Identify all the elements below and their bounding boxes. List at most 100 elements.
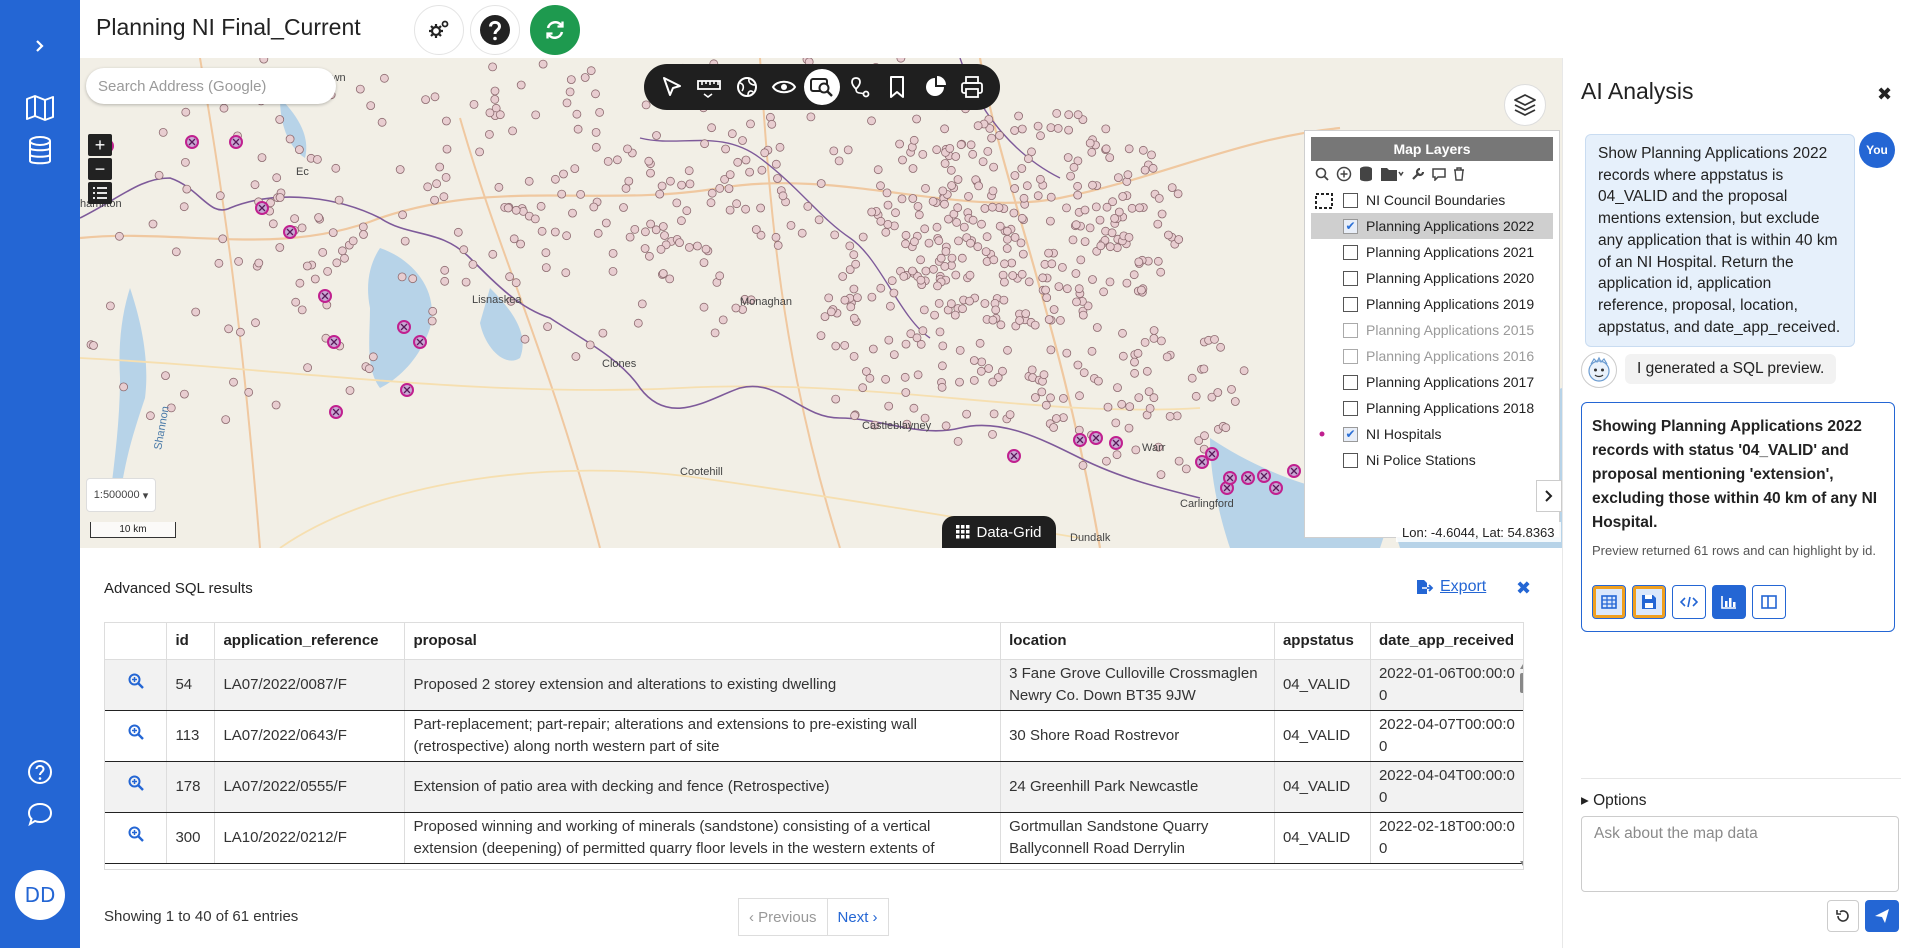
- planning-application-marker[interactable]: [1022, 181, 1032, 191]
- planning-application-marker[interactable]: [468, 259, 478, 269]
- planning-application-marker[interactable]: [1053, 124, 1063, 133]
- planning-application-marker[interactable]: [379, 73, 389, 83]
- planning-application-marker[interactable]: [459, 245, 469, 255]
- planning-application-marker[interactable]: [608, 266, 618, 276]
- planning-application-marker[interactable]: [988, 377, 998, 387]
- column-header[interactable]: application_reference: [214, 623, 406, 660]
- planning-application-marker[interactable]: [550, 174, 560, 184]
- planning-application-marker[interactable]: [1024, 277, 1034, 287]
- planning-application-marker[interactable]: [916, 275, 926, 285]
- database-icon[interactable]: [24, 135, 56, 167]
- planning-application-marker[interactable]: [397, 272, 407, 282]
- address-search-input[interactable]: [98, 77, 324, 95]
- planning-application-marker[interactable]: [337, 246, 347, 256]
- planning-application-marker[interactable]: [421, 95, 431, 104]
- planning-application-marker[interactable]: [786, 220, 796, 230]
- planning-application-marker[interactable]: [867, 207, 877, 217]
- planning-application-marker[interactable]: [1200, 431, 1209, 441]
- planning-application-marker[interactable]: [1024, 154, 1033, 164]
- planning-application-marker[interactable]: [849, 351, 859, 361]
- planning-application-marker[interactable]: [995, 131, 1004, 140]
- planning-application-marker[interactable]: [881, 227, 891, 237]
- planning-application-marker[interactable]: [318, 247, 328, 257]
- planning-application-marker[interactable]: [1007, 258, 1017, 268]
- planning-application-marker[interactable]: [1227, 384, 1236, 394]
- planning-application-marker[interactable]: [218, 234, 228, 244]
- planning-application-marker[interactable]: [968, 149, 978, 159]
- planning-application-marker[interactable]: [901, 339, 911, 349]
- planning-application-marker[interactable]: [901, 388, 911, 397]
- planning-application-marker[interactable]: [1095, 215, 1105, 225]
- planning-application-marker[interactable]: [665, 274, 675, 284]
- planning-application-marker[interactable]: [557, 189, 567, 199]
- planning-application-marker[interactable]: [909, 135, 919, 145]
- planning-application-marker[interactable]: [1062, 284, 1072, 294]
- planning-application-marker[interactable]: [831, 341, 841, 351]
- layer-item[interactable]: Ni Police Stations: [1305, 447, 1559, 473]
- layer-item[interactable]: NI Council Boundaries: [1305, 187, 1559, 213]
- planning-application-marker[interactable]: [913, 201, 923, 211]
- planning-application-marker[interactable]: [975, 338, 985, 348]
- planning-application-marker[interactable]: [1113, 383, 1122, 393]
- address-search-box[interactable]: [86, 68, 336, 104]
- planning-application-marker[interactable]: [1216, 342, 1225, 352]
- planning-application-marker[interactable]: [1052, 109, 1062, 118]
- planning-application-marker[interactable]: [706, 198, 716, 208]
- planning-application-marker[interactable]: [423, 182, 433, 192]
- planning-application-marker[interactable]: [725, 170, 735, 179]
- planning-application-marker[interactable]: [858, 232, 868, 242]
- planning-application-marker[interactable]: [1102, 456, 1111, 466]
- planning-application-marker[interactable]: [930, 310, 939, 320]
- layer-checkbox[interactable]: [1343, 244, 1358, 260]
- planning-application-marker[interactable]: [947, 181, 956, 190]
- layer-item[interactable]: ✔ Planning Applications 2022: [1311, 213, 1553, 239]
- planning-application-marker[interactable]: [767, 119, 777, 129]
- planning-application-marker[interactable]: [868, 344, 878, 354]
- planning-application-marker[interactable]: [710, 328, 720, 338]
- planning-application-marker[interactable]: [345, 386, 355, 395]
- hospital-marker[interactable]: [1073, 433, 1087, 447]
- planning-application-marker[interactable]: [1033, 191, 1043, 201]
- planning-application-marker[interactable]: [921, 183, 930, 193]
- planning-application-marker[interactable]: [941, 246, 951, 256]
- planning-application-marker[interactable]: [1118, 351, 1128, 361]
- planning-application-marker[interactable]: [1036, 174, 1045, 184]
- planning-application-marker[interactable]: [1156, 470, 1166, 480]
- planning-application-marker[interactable]: [439, 192, 449, 202]
- planning-application-marker[interactable]: [430, 92, 440, 102]
- planning-application-marker[interactable]: [953, 436, 963, 446]
- planning-application-marker[interactable]: [858, 383, 868, 393]
- planning-application-marker[interactable]: [589, 202, 599, 212]
- planning-application-marker[interactable]: [182, 184, 192, 194]
- planning-application-marker[interactable]: [295, 278, 305, 288]
- planning-application-marker[interactable]: [853, 293, 862, 303]
- planning-application-marker[interactable]: [368, 352, 378, 362]
- planning-application-marker[interactable]: [214, 258, 224, 268]
- planning-application-marker[interactable]: [913, 370, 923, 380]
- planning-application-marker[interactable]: [1080, 205, 1090, 215]
- planning-application-marker[interactable]: [1000, 259, 1009, 269]
- planning-application-marker[interactable]: [435, 162, 445, 172]
- planning-application-marker[interactable]: [1042, 293, 1052, 303]
- hospital-marker[interactable]: [329, 405, 343, 419]
- hospital-marker[interactable]: [1109, 436, 1123, 450]
- planning-application-marker[interactable]: [919, 305, 929, 315]
- planning-application-marker[interactable]: [996, 320, 1006, 330]
- scale-select[interactable]: 1:500000 ▾: [86, 478, 156, 512]
- planning-application-marker[interactable]: [297, 305, 307, 315]
- planning-application-marker[interactable]: [656, 244, 666, 254]
- planning-application-marker[interactable]: [751, 225, 761, 234]
- planning-application-marker[interactable]: [840, 295, 850, 305]
- pie-chart-icon[interactable]: [917, 69, 953, 105]
- hospital-marker[interactable]: [413, 335, 427, 349]
- planning-application-marker[interactable]: [1137, 285, 1146, 295]
- hospital-marker[interactable]: [1257, 469, 1271, 483]
- table-row[interactable]: 178 LA07/2022/0555/F Extension of patio …: [105, 761, 1523, 813]
- planning-application-marker[interactable]: [490, 86, 500, 96]
- planning-application-marker[interactable]: [707, 188, 717, 198]
- planning-application-marker[interactable]: [968, 215, 978, 225]
- planning-application-marker[interactable]: [550, 227, 560, 237]
- planning-application-marker[interactable]: [908, 164, 918, 173]
- layer-checkbox[interactable]: [1343, 374, 1358, 390]
- planning-application-marker[interactable]: [1162, 352, 1172, 362]
